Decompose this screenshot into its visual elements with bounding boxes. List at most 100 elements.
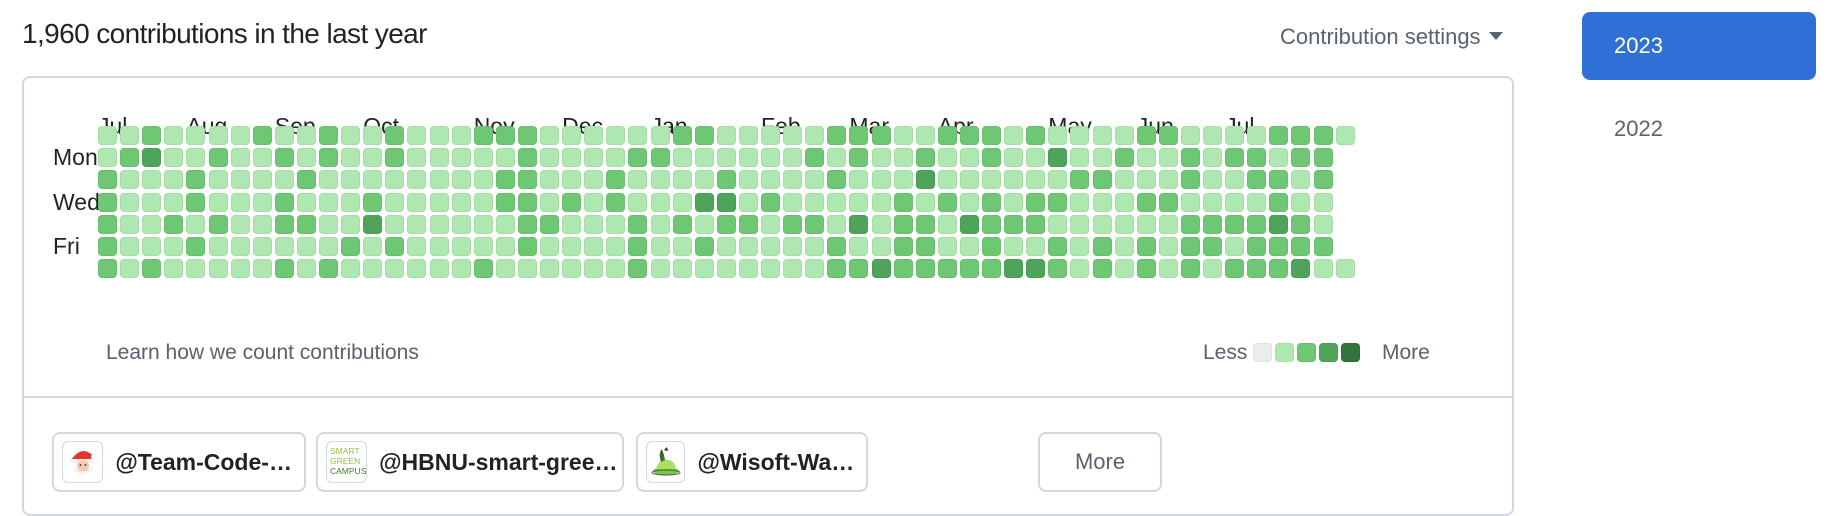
contribution-cell[interactable] — [164, 259, 184, 279]
contribution-cell[interactable] — [1180, 259, 1200, 279]
contribution-cell[interactable] — [849, 170, 869, 190]
contribution-cell[interactable] — [1070, 126, 1090, 145]
contribution-cell[interactable] — [98, 214, 117, 234]
contribution-cell[interactable] — [628, 192, 648, 212]
contribution-cell[interactable] — [562, 214, 582, 234]
contribution-cell[interactable] — [606, 259, 626, 279]
contribution-cell[interactable] — [540, 148, 559, 168]
contribution-cell[interactable] — [783, 148, 803, 168]
contribution-cell[interactable] — [783, 214, 803, 234]
contribution-cell[interactable] — [1026, 126, 1046, 145]
contribution-cell[interactable] — [1203, 214, 1222, 234]
contribution-cell[interactable] — [982, 237, 1001, 256]
contribution-cell[interactable] — [937, 170, 957, 190]
contribution-cell[interactable] — [208, 192, 228, 212]
contribution-cell[interactable] — [827, 170, 847, 190]
contribution-cell[interactable] — [274, 214, 294, 234]
contribution-cell[interactable] — [407, 126, 427, 145]
contribution-cell[interactable] — [319, 259, 338, 279]
contribution-cell[interactable] — [186, 126, 206, 145]
contribution-cell[interactable] — [1070, 259, 1090, 279]
contribution-cell[interactable] — [208, 170, 228, 190]
contribution-cell[interactable] — [230, 214, 250, 234]
contribution-cell[interactable] — [672, 192, 692, 212]
contribution-cell[interactable] — [1313, 126, 1333, 145]
contribution-cell[interactable] — [606, 214, 626, 234]
contribution-cell[interactable] — [982, 192, 1001, 212]
contribution-cell[interactable] — [738, 126, 758, 145]
contribution-cell[interactable] — [1291, 148, 1311, 168]
contribution-cell[interactable] — [1114, 148, 1134, 168]
contribution-cell[interactable] — [584, 148, 604, 168]
contribution-cell[interactable] — [319, 126, 338, 145]
contribution-cell[interactable] — [517, 259, 537, 279]
contribution-cell[interactable] — [1048, 126, 1068, 145]
contribution-cell[interactable] — [937, 148, 957, 168]
contribution-cell[interactable] — [805, 237, 825, 256]
contribution-cell[interactable] — [164, 237, 184, 256]
contribution-cell[interactable] — [517, 170, 537, 190]
contribution-cell[interactable] — [341, 259, 361, 279]
contribution-cell[interactable] — [517, 148, 537, 168]
contribution-cell[interactable] — [937, 192, 957, 212]
contribution-cell[interactable] — [252, 214, 272, 234]
contribution-cell[interactable] — [606, 237, 626, 256]
contribution-cell[interactable] — [562, 170, 582, 190]
contribution-cell[interactable] — [915, 192, 935, 212]
contribution-cell[interactable] — [893, 170, 913, 190]
contribution-cell[interactable] — [1004, 259, 1024, 279]
contribution-cell[interactable] — [230, 259, 250, 279]
contribution-cell[interactable] — [716, 259, 736, 279]
contribution-cell[interactable] — [849, 192, 869, 212]
contribution-cell[interactable] — [517, 192, 537, 212]
contribution-cell[interactable] — [407, 148, 427, 168]
contribution-cell[interactable] — [783, 170, 803, 190]
contribution-cell[interactable] — [1070, 237, 1090, 256]
contribution-cell[interactable] — [1291, 126, 1311, 145]
contribution-cell[interactable] — [1004, 126, 1024, 145]
contribution-cell[interactable] — [738, 237, 758, 256]
contribution-cell[interactable] — [606, 148, 626, 168]
contribution-cell[interactable] — [915, 214, 935, 234]
contribution-cell[interactable] — [1225, 259, 1245, 279]
contribution-cell[interactable] — [540, 126, 559, 145]
contribution-cell[interactable] — [694, 148, 714, 168]
contribution-cell[interactable] — [164, 148, 184, 168]
contribution-cell[interactable] — [738, 192, 758, 212]
contribution-cell[interactable] — [142, 148, 162, 168]
contribution-cell[interactable] — [871, 170, 891, 190]
contribution-cell[interactable] — [915, 148, 935, 168]
contribution-cell[interactable] — [893, 259, 913, 279]
contribution-cell[interactable] — [274, 126, 294, 145]
contribution-cell[interactable] — [540, 214, 559, 234]
contribution-cell[interactable] — [473, 170, 493, 190]
contribution-cell[interactable] — [805, 126, 825, 145]
contribution-cell[interactable] — [1136, 148, 1156, 168]
contribution-cell[interactable] — [517, 214, 537, 234]
contribution-cell[interactable] — [1114, 237, 1134, 256]
contribution-cell[interactable] — [1203, 192, 1222, 212]
contribution-cell[interactable] — [451, 148, 471, 168]
contribution-cell[interactable] — [473, 237, 493, 256]
contribution-cell[interactable] — [274, 192, 294, 212]
contribution-cell[interactable] — [783, 259, 803, 279]
contribution-cell[interactable] — [429, 148, 449, 168]
contribution-cell[interactable] — [716, 214, 736, 234]
contribution-cell[interactable] — [584, 170, 604, 190]
contribution-cell[interactable] — [871, 126, 891, 145]
contribution-cell[interactable] — [385, 126, 405, 145]
contribution-cell[interactable] — [451, 192, 471, 212]
contribution-cell[interactable] — [1136, 237, 1156, 256]
contribution-cell[interactable] — [451, 259, 471, 279]
contribution-cell[interactable] — [319, 170, 338, 190]
contribution-cell[interactable] — [849, 148, 869, 168]
contribution-cell[interactable] — [584, 126, 604, 145]
contribution-cell[interactable] — [385, 148, 405, 168]
contribution-cell[interactable] — [319, 192, 338, 212]
contribution-cell[interactable] — [1203, 237, 1222, 256]
contribution-cell[interactable] — [1004, 170, 1024, 190]
contribution-cell[interactable] — [540, 170, 559, 190]
contribution-cell[interactable] — [186, 170, 206, 190]
contribution-cell[interactable] — [296, 237, 316, 256]
contribution-cell[interactable] — [363, 126, 383, 145]
